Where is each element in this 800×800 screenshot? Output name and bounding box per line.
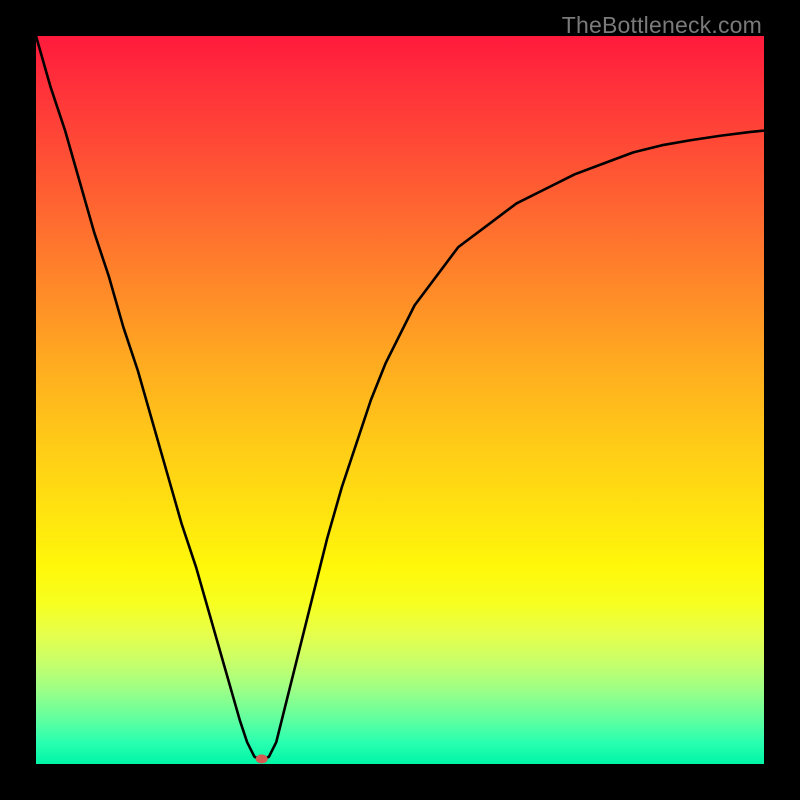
plot-area [36, 36, 764, 764]
optimum-marker [256, 754, 268, 763]
bottleneck-curve [36, 36, 764, 764]
chart-frame: TheBottleneck.com [0, 0, 800, 800]
watermark-text: TheBottleneck.com [562, 12, 762, 39]
